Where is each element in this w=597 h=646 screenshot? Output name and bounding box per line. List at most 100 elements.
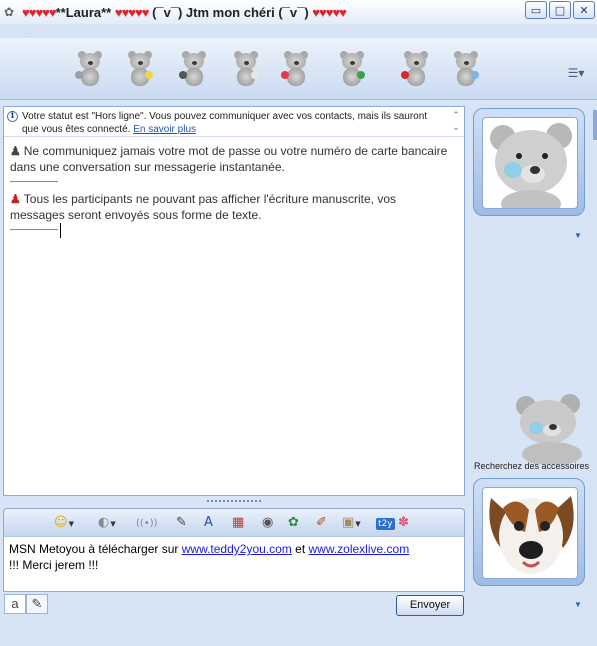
share-files-bear-icon <box>125 51 155 87</box>
user-blocked-icon: ♟ <box>10 192 21 206</box>
title-hearts-mid: ♥♥♥♥♥ <box>114 4 150 20</box>
sidebar-scrollbar[interactable] <box>593 110 597 140</box>
user-warning-icon: ♟ <box>10 144 21 158</box>
maximize-icon: □ <box>554 3 566 17</box>
t2y-icon: t2y <box>376 518 395 530</box>
activities-bear-icon <box>281 51 311 87</box>
dropdown-arrow-icon[interactable]: ▼ <box>355 520 360 528</box>
close-icon: ✕ <box>579 3 589 17</box>
contact-avatar <box>482 117 578 209</box>
wink-icon: ◐ <box>98 515 110 530</box>
input-text-3: !!! Merci jerem !!! <box>9 558 99 572</box>
security-warning-text: Ne communiquez jamais votre mot de passe… <box>10 144 448 174</box>
pencil-icon: ✐ <box>316 515 327 530</box>
sound-button[interactable]: ◉ <box>262 514 273 532</box>
window-controls: ▭ □ ✕ <box>525 1 595 19</box>
invite-bear-icon <box>75 51 105 87</box>
share-files-bear-button[interactable] <box>122 50 158 90</box>
invite-bear-button[interactable] <box>72 50 108 90</box>
handwriting-mode-tab[interactable]: ✎ <box>26 594 48 614</box>
window-title: ♥♥♥♥♥**Laura** ♥♥♥♥♥ (¯v¯) Jtm mon chéri… <box>22 4 347 20</box>
accessory-search-label[interactable]: Recherchez des accessoires <box>474 461 589 471</box>
dropdown-arrow-icon[interactable]: ▼ <box>69 520 74 528</box>
t2y-button[interactable]: t2y <box>376 514 395 532</box>
input-text-2: et <box>291 542 309 556</box>
message-input[interactable]: MSN Metoyou à télécharger sur www.teddy2… <box>3 536 465 592</box>
font-button[interactable]: A <box>204 514 213 532</box>
title-name: **Laura** <box>55 4 112 20</box>
call-bear-button[interactable] <box>228 50 264 90</box>
emoticon-button[interactable]: ☺▼ <box>54 514 74 532</box>
activities-bear-button[interactable] <box>278 50 314 90</box>
wand-bear-button[interactable] <box>448 50 484 90</box>
learn-more-link[interactable]: En savoir plus <box>133 124 196 135</box>
user-avatar-frame[interactable] <box>473 478 585 586</box>
toolbar-menu-icon[interactable]: ☰▾ <box>565 66 587 82</box>
color-icon: ✿ <box>288 515 299 530</box>
resize-splitter[interactable] <box>206 499 262 504</box>
message-divider <box>10 181 58 182</box>
color-button[interactable]: ✿ <box>288 514 299 532</box>
info-icon: i <box>7 111 18 122</box>
teddy-bear-avatar-icon <box>490 123 572 208</box>
chevron-down-icon[interactable]: ⌄ <box>450 121 462 133</box>
call-bear-icon <box>231 51 261 87</box>
handwriting-warning-text: Tous les participants ne pouvant pas aff… <box>10 192 397 222</box>
chevron-up-icon[interactable]: ⌃ <box>450 109 462 121</box>
text-mode-tab[interactable]: a <box>4 594 26 614</box>
title-hearts-right: ♥♥♥♥♥ <box>312 4 347 20</box>
emoticon-icon: ☺ <box>54 515 68 530</box>
status-info-text: Votre statut est "Hors ligne". Vous pouv… <box>22 111 428 135</box>
minimize-icon: ▭ <box>530 3 542 17</box>
title-message: (¯v¯) Jtm mon chéri (¯v¯) <box>152 4 309 20</box>
input-mode-tabs: a ✎ <box>4 594 48 614</box>
title-hearts-left: ♥♥♥♥♥ <box>22 4 57 20</box>
info-scroll[interactable]: ⌃ ⌄ <box>450 109 462 135</box>
image-icon: ▣ <box>342 515 355 530</box>
contact-avatar-frame[interactable] <box>473 108 585 216</box>
background-icon: ▦ <box>232 515 245 530</box>
maximize-button[interactable]: □ <box>549 1 571 19</box>
input-text-1: MSN Metoyou à télécharger sur <box>9 542 182 556</box>
addon-icon: ✽ <box>398 515 409 530</box>
send-button[interactable]: Envoyer <box>396 595 464 616</box>
title-bar: ✿ ♥♥♥♥♥**Laura** ♥♥♥♥♥ (¯v¯) Jtm mon ché… <box>0 0 597 24</box>
nudge-button[interactable]: ((•)) <box>136 514 158 532</box>
block-bear-button[interactable] <box>398 50 434 90</box>
contact-email: … <box>22 25 33 37</box>
pencil-button[interactable]: ✐ <box>316 514 327 532</box>
user-avatar-dropdown-icon[interactable]: ▼ <box>574 600 582 609</box>
status-info-bar: i Votre statut est "Hors ligne". Vous po… <box>4 107 464 137</box>
games-bear-button[interactable] <box>334 50 370 90</box>
input-link-zolexlive[interactable]: www.zolexlive.com <box>309 542 410 556</box>
msn-bear-icon[interactable]: ✿ <box>4 5 18 19</box>
dog-avatar-icon <box>483 488 577 578</box>
image-button[interactable]: ▣▼ <box>342 514 361 532</box>
input-link-teddy2you[interactable]: www.teddy2you.com <box>182 542 292 556</box>
handwriting-warning: ♟ Tous les participants ne pouvant pas af… <box>10 191 450 223</box>
voice-clip-icon: ✎ <box>176 515 187 530</box>
text-mode-icon: a <box>11 596 19 611</box>
user-avatar <box>482 487 578 579</box>
webcam-bear-icon <box>179 51 209 87</box>
security-warning: ♟ Ne communiquez jamais votre mot de pass… <box>10 143 450 175</box>
accessory-bear-icon[interactable] <box>512 392 594 464</box>
voice-clip-button[interactable]: ✎ <box>176 514 187 532</box>
close-button[interactable]: ✕ <box>573 1 595 19</box>
minimize-button[interactable]: ▭ <box>525 1 547 19</box>
conversation-history[interactable]: i Votre statut est "Hors ligne". Vous po… <box>3 106 465 496</box>
addon-button[interactable]: ✽ <box>398 514 409 532</box>
dropdown-arrow-icon[interactable]: ▼ <box>110 520 115 528</box>
block-bear-icon <box>401 51 431 87</box>
wand-bear-icon <box>451 51 481 87</box>
toolbar: ☰▾ <box>0 38 597 100</box>
wink-button[interactable]: ◐▼ <box>98 514 116 532</box>
background-button[interactable]: ▦ <box>232 514 244 532</box>
text-caret <box>60 223 61 238</box>
font-icon: A <box>204 515 213 530</box>
sound-icon: ◉ <box>262 515 274 530</box>
avatar-dropdown-icon[interactable]: ▼ <box>574 231 582 240</box>
nudge-icon: ((•)) <box>136 518 158 529</box>
webcam-bear-button[interactable] <box>176 50 212 90</box>
games-bear-icon <box>337 51 367 87</box>
